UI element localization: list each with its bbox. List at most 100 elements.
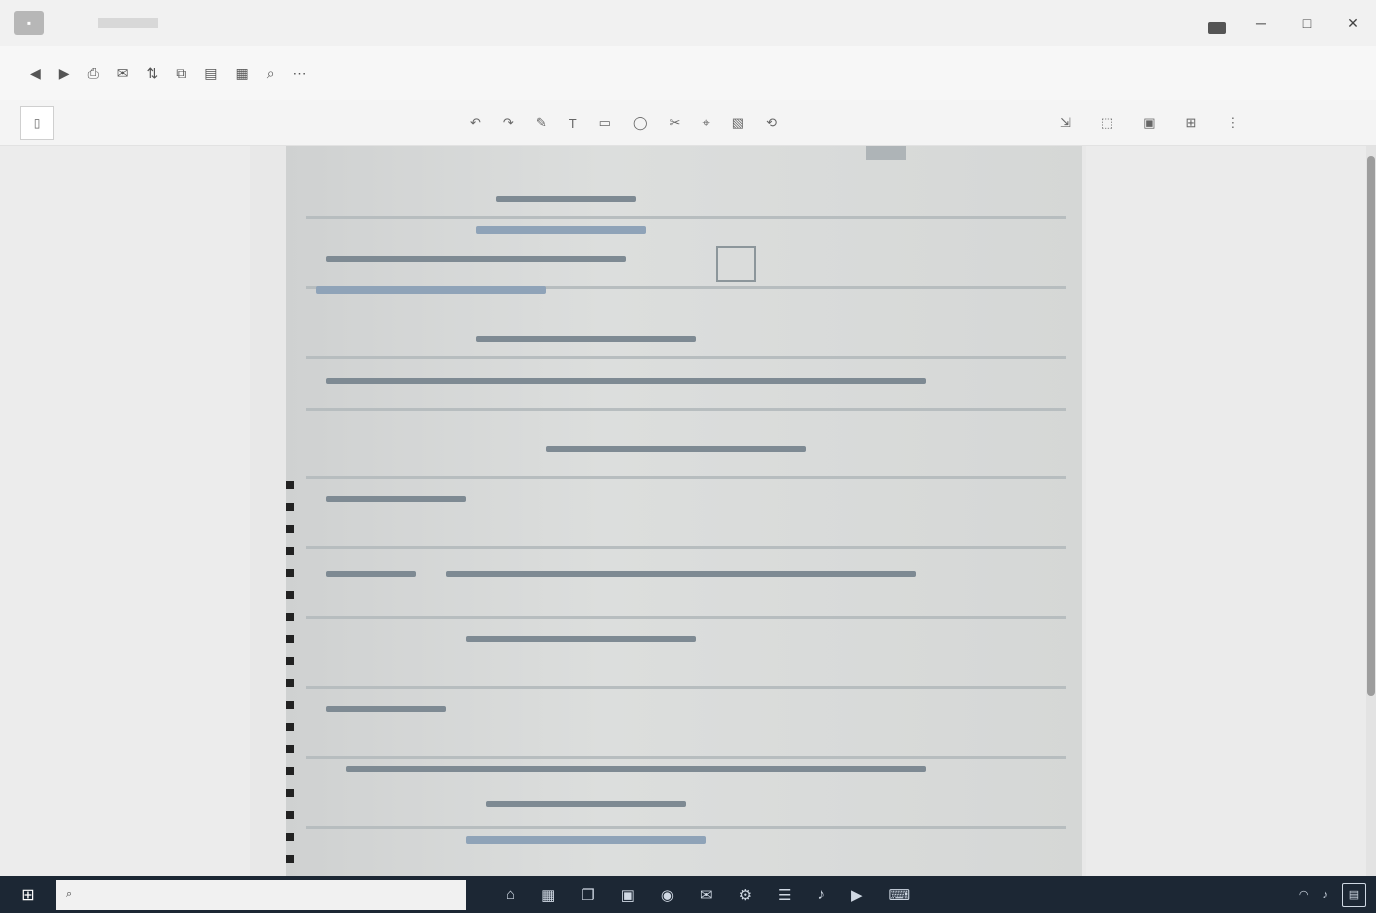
ruled-line bbox=[306, 686, 1066, 689]
handwriting-stroke bbox=[446, 571, 916, 577]
handwriting-stroke bbox=[466, 636, 696, 642]
highlight-icon[interactable]: ▧ bbox=[732, 115, 744, 131]
page-header-mark bbox=[866, 146, 906, 160]
left-margin bbox=[0, 146, 250, 876]
task-view-icon[interactable]: ⌂ bbox=[506, 886, 515, 903]
ruled-line bbox=[306, 546, 1066, 549]
redo-icon[interactable]: ↷ bbox=[503, 115, 514, 131]
handwriting-stroke bbox=[326, 496, 466, 502]
text-icon[interactable]: T bbox=[569, 116, 577, 131]
ruled-line bbox=[306, 476, 1066, 479]
handwriting-stroke bbox=[496, 196, 636, 202]
sort-button[interactable]: ⇅ bbox=[147, 65, 159, 82]
forward-button[interactable]: ▶ bbox=[59, 65, 70, 82]
window-controls: ─ □ ✕ bbox=[1238, 0, 1376, 46]
rectangle-icon[interactable]: ▭ bbox=[599, 115, 611, 131]
more-button[interactable]: ⋯ bbox=[293, 65, 307, 82]
cut-icon[interactable]: ✂ bbox=[670, 115, 681, 131]
settings-icon[interactable]: ⚙ bbox=[739, 886, 752, 904]
notes-icon[interactable]: ☰ bbox=[778, 886, 791, 904]
pdf-app-icon[interactable]: ▣ bbox=[621, 886, 635, 904]
rotate-icon[interactable]: ⟲ bbox=[766, 115, 777, 131]
annotation-tools: ↶ ↷ ✎ T ▭ ◯ ✂ ⌖ ▧ ⟲ bbox=[470, 100, 777, 146]
back-icon: ◀ bbox=[30, 64, 41, 81]
print-button[interactable]: ⎙ bbox=[88, 65, 99, 82]
handwriting-stroke bbox=[326, 571, 416, 577]
title-divider bbox=[98, 18, 158, 28]
vertical-scrollbar[interactable] bbox=[1366, 146, 1376, 876]
pinned-apps: ⌂ ▦ ❐ ▣ ◉ ✉ ⚙ ☰ ♪ ▶ ⌨ bbox=[506, 886, 910, 904]
highlighted-stroke bbox=[316, 286, 546, 294]
ruled-line bbox=[306, 408, 1066, 411]
print-icon: ⎙ bbox=[87, 64, 99, 81]
forward-icon: ▶ bbox=[58, 64, 70, 81]
ruled-line bbox=[306, 616, 1066, 619]
music-icon[interactable]: ♪ bbox=[817, 886, 825, 903]
start-button[interactable]: ⊞ bbox=[0, 876, 56, 913]
handwriting-stroke bbox=[486, 801, 686, 807]
two-page-icon[interactable]: ⊞ bbox=[1186, 115, 1197, 131]
email-button[interactable]: ✉ bbox=[117, 65, 129, 82]
spiral-binding bbox=[286, 481, 294, 876]
sort-icon: ⇅ bbox=[146, 64, 159, 81]
mail-icon: ✉ bbox=[116, 64, 129, 81]
view-grid-button[interactable]: ▦ bbox=[235, 65, 248, 82]
handwriting-stroke bbox=[326, 256, 626, 262]
handwriting-stroke bbox=[476, 336, 696, 342]
explorer-icon[interactable]: ▦ bbox=[541, 886, 555, 904]
store-icon[interactable]: ❐ bbox=[581, 886, 594, 904]
boxed-mark bbox=[716, 246, 756, 282]
select-icon[interactable]: ⬚ bbox=[1101, 115, 1113, 131]
taskbar-search-box[interactable]: ⌕ bbox=[56, 879, 466, 910]
scrollbar-thumb[interactable] bbox=[1367, 156, 1375, 696]
search-icon: ⌕ bbox=[266, 64, 275, 81]
scanned-page bbox=[286, 146, 1082, 876]
account-icon[interactable] bbox=[1208, 22, 1226, 34]
sidebar-toggle-button[interactable]: ▯ bbox=[20, 105, 54, 140]
crosshair-icon[interactable]: ⌖ bbox=[702, 115, 709, 131]
ruled-line bbox=[306, 216, 1066, 219]
notification-icon[interactable]: ▤ bbox=[1342, 882, 1366, 907]
search-button[interactable]: ⌕ bbox=[267, 65, 275, 82]
ellipse-icon[interactable]: ◯ bbox=[633, 115, 648, 131]
more-icon: ⋯ bbox=[292, 64, 307, 81]
handwriting-stroke bbox=[546, 446, 806, 452]
handwriting-stroke bbox=[346, 766, 926, 772]
grid-icon: ▦ bbox=[235, 64, 249, 81]
handwriting-stroke bbox=[326, 706, 446, 712]
app-icon: ▪ bbox=[14, 11, 44, 35]
highlighted-stroke bbox=[466, 836, 706, 844]
keyboard-icon[interactable]: ⌨ bbox=[889, 886, 911, 904]
single-page-icon[interactable]: ▣ bbox=[1143, 115, 1155, 131]
screen: ▪ ─ □ ✕ ◀ ▶ ⎙ ✉ ⇅ ⧉ ▤ ▦ ⌕ ⋯ ▯ ↶ ↷ ✎ T ▭ … bbox=[0, 0, 1376, 913]
volume-icon[interactable]: ♪ bbox=[1323, 889, 1329, 901]
copy-button[interactable]: ⧉ bbox=[176, 65, 186, 82]
view-tools: ⇲ ⬚ ▣ ⊞ ⋮ bbox=[1060, 100, 1239, 146]
handwriting-stroke bbox=[326, 378, 926, 384]
secondary-toolbar: ▯ ↶ ↷ ✎ T ▭ ◯ ✂ ⌖ ▧ ⟲ ⇲ ⬚ ▣ ⊞ ⋮ bbox=[0, 100, 1376, 146]
close-button[interactable]: ✕ bbox=[1330, 0, 1376, 46]
highlighted-stroke bbox=[476, 226, 646, 234]
main-toolbar: ◀ ▶ ⎙ ✉ ⇅ ⧉ ▤ ▦ ⌕ ⋯ bbox=[0, 46, 1376, 100]
system-tray: ◠ ♪ ▤ bbox=[1299, 876, 1366, 913]
back-button[interactable]: ◀ bbox=[30, 65, 41, 82]
ruled-line bbox=[306, 756, 1066, 759]
title-bar: ▪ ─ □ ✕ bbox=[0, 0, 1376, 46]
document-area[interactable] bbox=[0, 146, 1376, 876]
overflow-menu-icon[interactable]: ⋮ bbox=[1226, 115, 1239, 131]
browser-icon[interactable]: ◉ bbox=[661, 886, 674, 904]
view-list-button[interactable]: ▤ bbox=[204, 65, 217, 82]
media-icon[interactable]: ▶ bbox=[851, 886, 863, 904]
fit-page-icon[interactable]: ⇲ bbox=[1060, 115, 1071, 131]
minimize-button[interactable]: ─ bbox=[1238, 0, 1284, 46]
copy-icon: ⧉ bbox=[176, 64, 187, 81]
ruled-line bbox=[306, 356, 1066, 359]
network-icon[interactable]: ◠ bbox=[1299, 888, 1309, 901]
undo-icon[interactable]: ↶ bbox=[470, 115, 481, 131]
mail-icon[interactable]: ✉ bbox=[700, 886, 713, 904]
search-icon: ⌕ bbox=[66, 888, 73, 900]
list-icon: ▤ bbox=[204, 64, 218, 81]
maximize-button[interactable]: □ bbox=[1284, 0, 1330, 46]
ruled-line bbox=[306, 826, 1066, 829]
pen-icon[interactable]: ✎ bbox=[536, 115, 547, 131]
